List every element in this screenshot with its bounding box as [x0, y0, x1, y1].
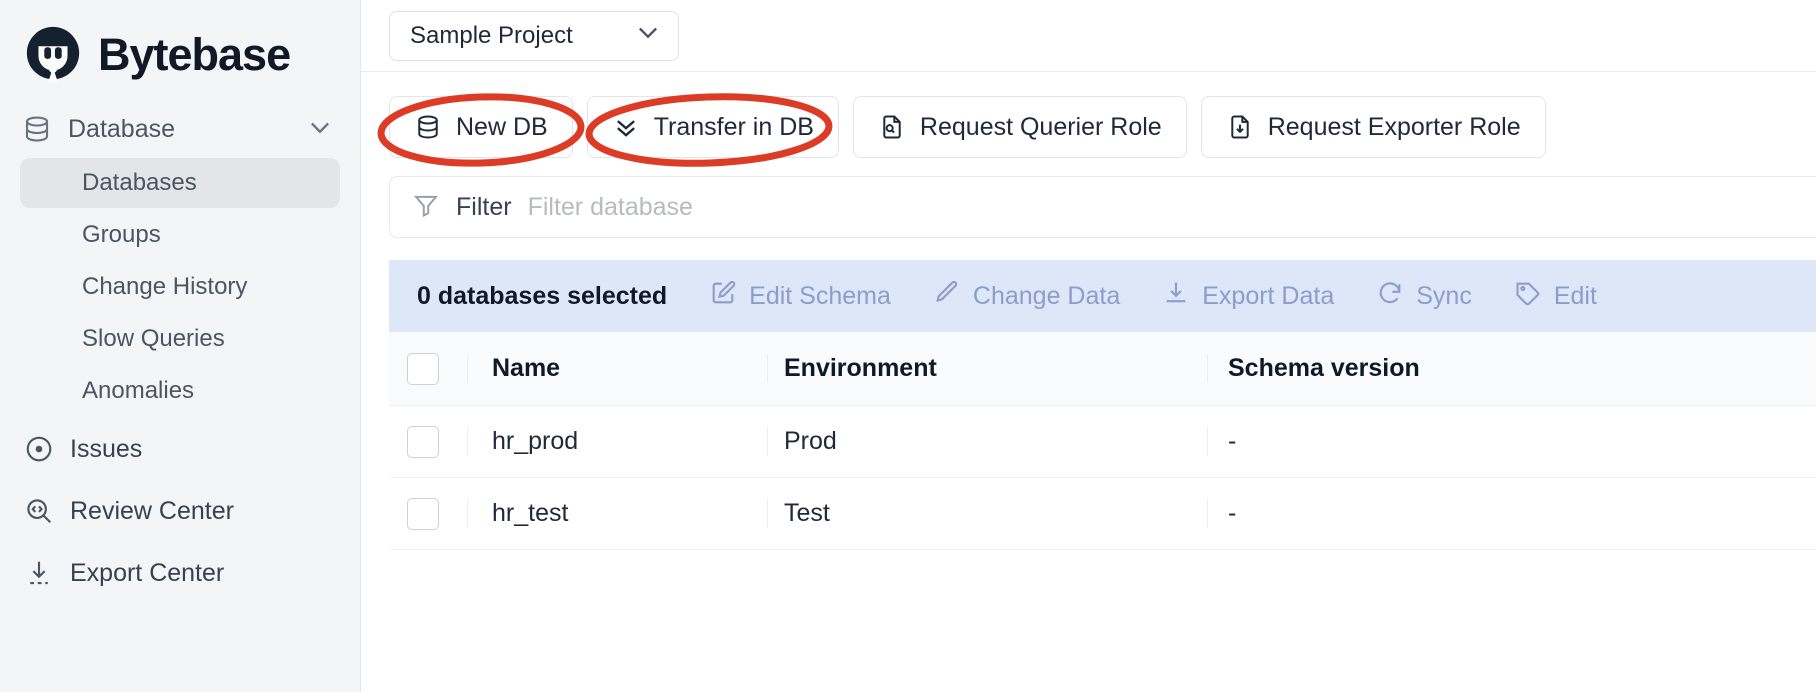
- select-all-checkbox-cell[interactable]: [389, 352, 467, 385]
- row-checkbox[interactable]: [407, 425, 439, 458]
- action-toolbar: New DB Transfer in DB Request Querier Ro…: [361, 72, 1816, 158]
- filter-bar[interactable]: Filter Filter database: [389, 176, 1816, 238]
- sidebar-item-label: Groups: [82, 221, 161, 248]
- column-header-schema-version[interactable]: Schema version: [1207, 354, 1816, 383]
- sidebar-group-label: Database: [68, 114, 176, 143]
- sync-label: Sync: [1416, 281, 1472, 310]
- database-icon: [414, 113, 442, 141]
- select-all-checkbox[interactable]: [407, 352, 439, 385]
- edit-labels-action[interactable]: Edit: [1514, 279, 1597, 314]
- sidebar-group-database[interactable]: Database: [0, 102, 360, 156]
- file-download-icon: [1226, 113, 1254, 141]
- request-querier-role-button[interactable]: Request Querier Role: [852, 96, 1187, 158]
- filter-label: Filter: [456, 192, 512, 221]
- bytebase-logo-icon: [22, 24, 84, 86]
- edit-schema-label: Edit Schema: [749, 281, 891, 310]
- cell-name[interactable]: hr_test: [467, 499, 767, 528]
- table-row[interactable]: hr_prod Prod -: [389, 406, 1816, 478]
- issue-circle-dot-icon: [22, 434, 56, 464]
- sidebar-item-databases[interactable]: Databases: [20, 158, 340, 208]
- column-header-name[interactable]: Name: [467, 354, 767, 383]
- sidebar-item-label: Slow Queries: [82, 325, 225, 352]
- database-icon: [22, 114, 56, 144]
- main-content: Sample Project New DB Transfer in DB Req…: [361, 0, 1816, 692]
- download-arrow-icon: [22, 558, 56, 588]
- brand-logo[interactable]: Bytebase: [0, 8, 360, 92]
- export-data-label: Export Data: [1202, 281, 1335, 310]
- request-exporter-role-button[interactable]: Request Exporter Role: [1200, 96, 1546, 158]
- sidebar-item-label: Databases: [82, 169, 197, 196]
- filter-row: Filter Filter database: [361, 158, 1816, 238]
- new-db-button-label: New DB: [456, 112, 548, 141]
- edit-labels-label: Edit: [1553, 281, 1597, 310]
- export-data-action[interactable]: Export Data: [1162, 279, 1334, 314]
- transfer-in-db-button[interactable]: Transfer in DB: [586, 96, 839, 158]
- chevron-down-icon[interactable]: [306, 113, 334, 146]
- sidebar-item-label: Review Center: [70, 496, 234, 525]
- app-root: Bytebase Database Databases Groups Chang…: [0, 0, 1816, 692]
- new-db-button[interactable]: New DB: [389, 96, 573, 158]
- pencil-icon: [933, 279, 961, 314]
- cell-schema-version: -: [1207, 499, 1816, 528]
- search-input[interactable]: Filter database: [528, 193, 693, 222]
- table-row[interactable]: hr_test Test -: [389, 478, 1816, 550]
- sidebar-item-export-center[interactable]: Export Center: [0, 542, 360, 604]
- code-search-icon: [22, 496, 56, 526]
- row-checkbox-cell[interactable]: [389, 497, 467, 530]
- sidebar-item-slow-queries[interactable]: Slow Queries: [20, 314, 340, 364]
- table-header-row: Name Environment Schema version: [389, 332, 1816, 406]
- request-querier-role-button-label: Request Querier Role: [919, 112, 1162, 141]
- chevrons-down-icon: [612, 113, 640, 141]
- selected-count-label: 0 databases selected: [417, 281, 668, 310]
- databases-table: Name Environment Schema version hr_prod …: [389, 332, 1816, 550]
- request-exporter-role-button-label: Request Exporter Role: [1267, 112, 1521, 141]
- row-checkbox[interactable]: [407, 497, 439, 530]
- project-selector[interactable]: Sample Project: [389, 10, 679, 61]
- cell-environment: Prod: [767, 427, 1207, 456]
- selection-action-bar: 0 databases selected Edit Schema Change …: [389, 260, 1816, 332]
- sidebar: Bytebase Database Databases Groups Chang…: [0, 0, 361, 692]
- download-icon: [1162, 279, 1190, 314]
- top-bar: Sample Project: [361, 0, 1816, 72]
- sidebar-item-change-history[interactable]: Change History: [20, 262, 340, 312]
- refresh-sync-icon: [1376, 279, 1404, 314]
- change-data-action[interactable]: Change Data: [933, 279, 1120, 314]
- edit-schema-icon: [709, 279, 737, 314]
- transfer-in-db-button-label: Transfer in DB: [653, 112, 814, 141]
- brand-name: Bytebase: [98, 29, 291, 80]
- column-header-environment[interactable]: Environment: [767, 354, 1207, 383]
- filter-funnel-icon: [412, 191, 440, 224]
- sidebar-item-label: Change History: [82, 273, 248, 300]
- sidebar-item-groups[interactable]: Groups: [20, 210, 340, 260]
- edit-schema-action[interactable]: Edit Schema: [709, 279, 891, 314]
- project-selector-value: Sample Project: [410, 21, 573, 49]
- chevron-down-icon: [634, 18, 662, 53]
- sidebar-item-review-center[interactable]: Review Center: [0, 480, 360, 542]
- sidebar-item-label: Anomalies: [82, 377, 195, 404]
- sidebar-item-label: Export Center: [70, 558, 225, 587]
- row-checkbox-cell[interactable]: [389, 425, 467, 458]
- change-data-label: Change Data: [972, 281, 1121, 310]
- sync-action[interactable]: Sync: [1376, 279, 1472, 314]
- sidebar-nav: Database Databases Groups Change History…: [0, 102, 360, 604]
- cell-environment: Test: [767, 499, 1207, 528]
- tag-icon: [1514, 279, 1542, 314]
- file-search-icon: [878, 113, 906, 141]
- sidebar-item-anomalies[interactable]: Anomalies: [20, 366, 340, 416]
- cell-name[interactable]: hr_prod: [467, 427, 767, 456]
- cell-schema-version: -: [1207, 427, 1816, 456]
- sidebar-item-label: Issues: [70, 434, 143, 463]
- sidebar-item-issues[interactable]: Issues: [0, 418, 360, 480]
